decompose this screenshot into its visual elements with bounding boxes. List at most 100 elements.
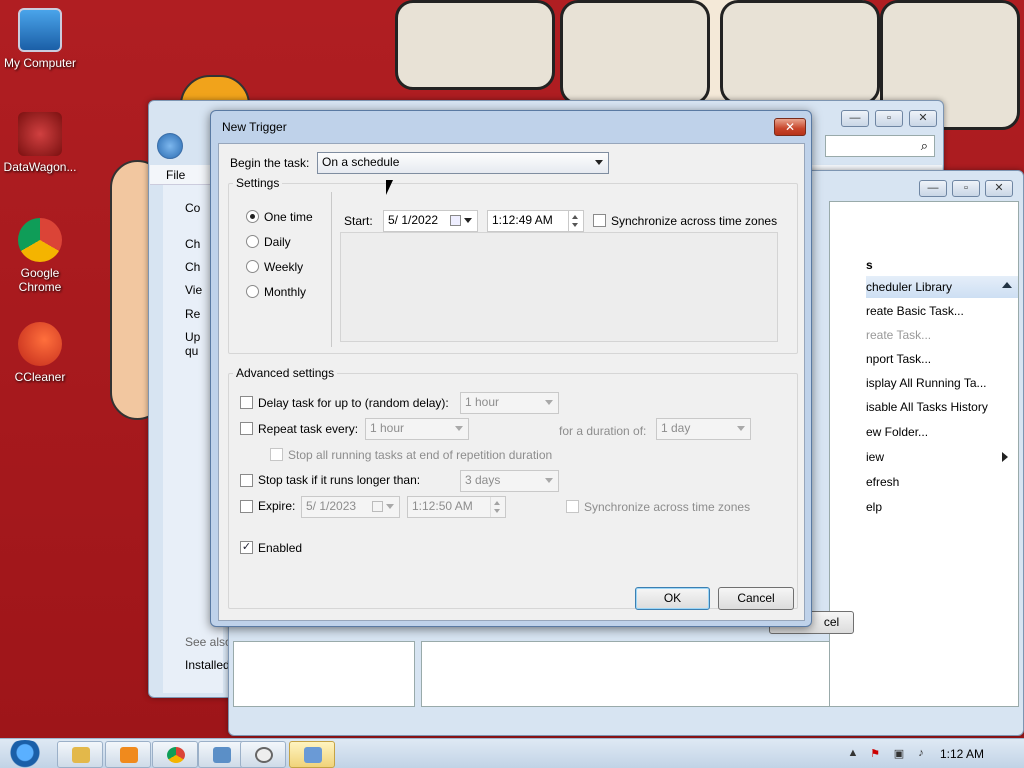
enabled-checkbox[interactable]: ✓ xyxy=(240,541,253,554)
start-date-picker[interactable]: 5/ 1/2022 xyxy=(383,210,478,232)
desktop-icon-google-chrome[interactable]: Google Chrome xyxy=(0,218,80,294)
action-refresh[interactable]: efresh xyxy=(866,475,899,489)
back-arrow-icon[interactable] xyxy=(157,133,183,159)
radio-daily[interactable] xyxy=(246,235,259,248)
repeat-task-checkbox[interactable] xyxy=(240,422,253,435)
desktop-icon-my-computer[interactable]: My Computer xyxy=(0,8,80,70)
app-icon xyxy=(304,747,322,763)
action-import-task[interactable]: nport Task... xyxy=(866,352,931,366)
radio-daily-label[interactable]: Daily xyxy=(264,235,291,249)
nav-link[interactable]: Ch xyxy=(185,237,200,251)
radio-monthly[interactable] xyxy=(246,285,259,298)
nav-link[interactable]: Co xyxy=(185,201,200,215)
repeat-value: 1 hour xyxy=(370,421,405,435)
advanced-settings-title: Advanced settings xyxy=(233,366,338,380)
search-input[interactable]: ⌕ xyxy=(825,135,935,157)
desktop-icon-ccleaner[interactable]: CCleaner xyxy=(0,322,80,384)
control-panel-icon xyxy=(213,747,231,763)
sync-time-zones-label[interactable]: Synchronize across time zones xyxy=(611,214,777,228)
begin-task-dropdown[interactable]: On a schedule xyxy=(317,152,609,174)
taskbar-explorer[interactable] xyxy=(57,741,103,768)
nav-link[interactable]: Vie xyxy=(185,283,202,297)
radio-weekly[interactable] xyxy=(246,260,259,273)
radio-weekly-label[interactable]: Weekly xyxy=(264,260,303,274)
action-display-running[interactable]: isplay All Running Ta... xyxy=(866,376,987,390)
datawagon-icon xyxy=(18,112,62,156)
expire-label[interactable]: Expire: xyxy=(258,499,295,513)
duration-dropdown[interactable]: 1 day xyxy=(656,418,751,440)
minimize-button[interactable]: — xyxy=(919,180,947,197)
maximize-button[interactable]: ▫ xyxy=(875,110,903,127)
expire-time-field[interactable]: 1:12:50 AM xyxy=(407,496,506,518)
start-date-value: 5/ 1/2022 xyxy=(388,213,439,227)
new-trigger-dialog[interactable]: New Trigger ✕ Begin the task: On a sched… xyxy=(210,110,812,627)
action-create-basic-task[interactable]: reate Basic Task... xyxy=(866,304,964,318)
chevron-down-icon xyxy=(455,426,463,431)
close-button[interactable]: ✕ xyxy=(909,110,937,127)
taskbar-active-app[interactable] xyxy=(289,741,335,768)
dialog-title: New Trigger xyxy=(222,120,287,134)
nav-link[interactable]: qu xyxy=(185,344,198,358)
ok-button[interactable]: OK xyxy=(635,587,710,610)
installed-link[interactable]: Installed xyxy=(185,658,230,672)
start-time-field[interactable]: 1:12:49 AM xyxy=(487,210,584,232)
radio-one-time-label[interactable]: One time xyxy=(264,210,313,224)
stop-all-running-checkbox[interactable] xyxy=(270,448,283,461)
show-hidden-icons[interactable]: ▲ xyxy=(846,747,860,761)
chevron-down-icon xyxy=(545,478,553,483)
dialog-body: Begin the task: On a schedule Settings O… xyxy=(218,143,805,621)
expire-date-picker[interactable]: 5/ 1/2023 xyxy=(301,496,400,518)
nav-link[interactable]: Up xyxy=(185,330,200,344)
action-help[interactable]: elp xyxy=(866,500,882,514)
chevron-down-icon xyxy=(386,504,394,509)
sync-time-zones-checkbox[interactable] xyxy=(593,214,606,227)
taskbar-clock[interactable]: 1:12 AM xyxy=(940,747,984,761)
action-disable-history[interactable]: isable All Tasks History xyxy=(866,400,988,414)
desktop-icon-datawagon[interactable]: DataWagon... xyxy=(0,112,80,174)
delay-dropdown[interactable]: 1 hour xyxy=(460,392,559,414)
repeat-task-label[interactable]: Repeat task every: xyxy=(258,422,358,436)
taskbar-control-panel[interactable] xyxy=(198,741,244,768)
nav-link[interactable]: Ch xyxy=(185,260,200,274)
menu-file[interactable]: File xyxy=(166,168,185,182)
enabled-label[interactable]: Enabled xyxy=(258,541,302,555)
section-header[interactable]: cheduler Library xyxy=(866,276,1018,298)
close-button[interactable]: ✕ xyxy=(774,118,806,136)
taskbar-media-player[interactable] xyxy=(105,741,151,768)
time-spinner-icon[interactable] xyxy=(568,211,582,231)
start-label: Start: xyxy=(344,214,373,228)
maximize-button[interactable]: ▫ xyxy=(952,180,980,197)
action-view[interactable]: iew xyxy=(866,450,884,464)
time-spinner-icon[interactable] xyxy=(490,497,504,517)
minimize-button[interactable]: — xyxy=(841,110,869,127)
cancel-button[interactable]: Cancel xyxy=(718,587,794,610)
calendar-icon xyxy=(372,501,383,512)
clock-icon xyxy=(255,747,273,763)
computer-icon xyxy=(18,8,62,52)
stop-task-longer-label[interactable]: Stop task if it runs longer than: xyxy=(258,473,420,487)
expire-sync-checkbox[interactable] xyxy=(566,500,579,513)
delay-task-checkbox[interactable] xyxy=(240,396,253,409)
radio-monthly-label[interactable]: Monthly xyxy=(264,285,306,299)
volume-icon[interactable]: ♪ xyxy=(914,747,928,761)
nav-link[interactable]: Re xyxy=(185,307,200,321)
stop-task-duration-dropdown[interactable]: 3 days xyxy=(460,470,559,492)
taskbar-chrome[interactable] xyxy=(152,741,198,768)
radio-one-time[interactable] xyxy=(246,210,259,223)
action-center-icon[interactable]: ⚑ xyxy=(868,747,882,761)
action-new-folder[interactable]: ew Folder... xyxy=(866,425,928,439)
delay-task-label[interactable]: Delay task for up to (random delay): xyxy=(258,396,449,410)
taskbar-task-scheduler[interactable] xyxy=(240,741,286,768)
stop-task-longer-checkbox[interactable] xyxy=(240,474,253,487)
expire-checkbox[interactable] xyxy=(240,500,253,513)
repeat-interval-dropdown[interactable]: 1 hour xyxy=(365,418,469,440)
begin-task-value: On a schedule xyxy=(322,155,400,169)
actions-pane: s cheduler Library reate Basic Task... r… xyxy=(829,201,1019,707)
close-button[interactable]: ✕ xyxy=(985,180,1013,197)
start-time-value: 1:12:49 AM xyxy=(492,213,553,227)
start-button[interactable] xyxy=(4,740,46,768)
network-icon[interactable]: ▣ xyxy=(892,747,906,761)
expire-sync-label: Synchronize across time zones xyxy=(584,500,751,514)
folder-icon xyxy=(72,747,90,763)
action-create-task[interactable]: reate Task... xyxy=(866,328,931,342)
